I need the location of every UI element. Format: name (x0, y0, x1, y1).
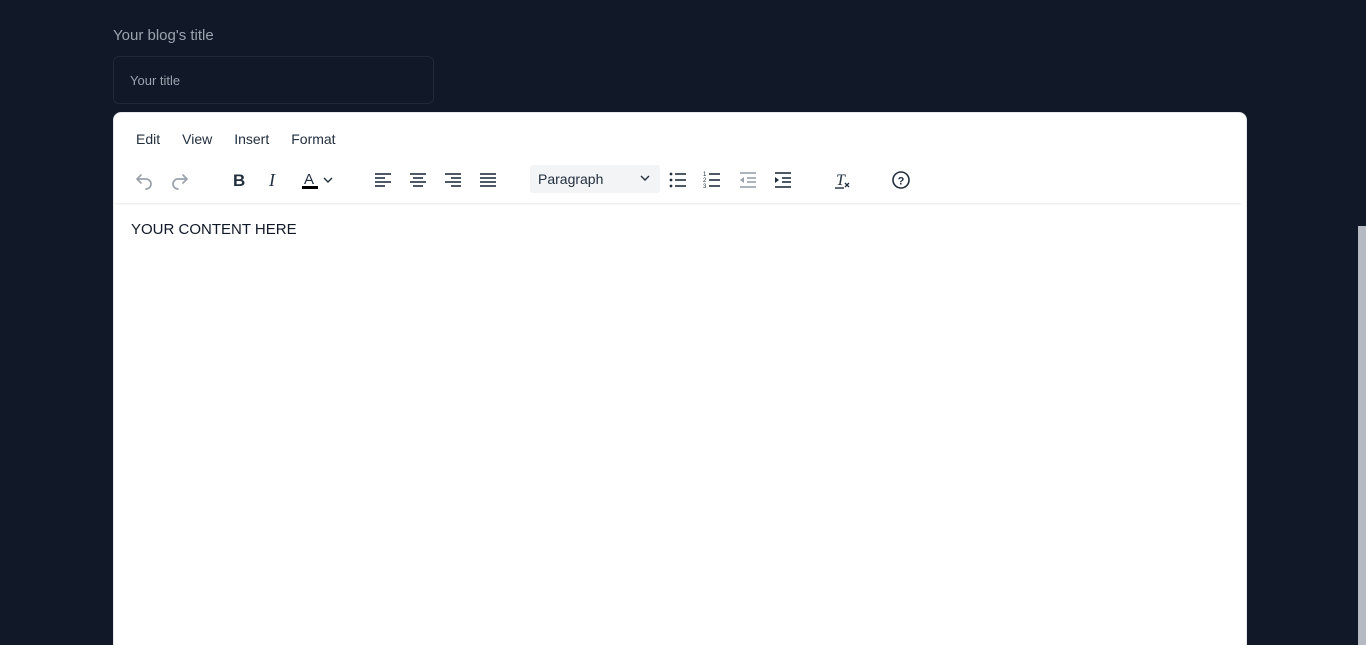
redo-icon (170, 170, 190, 190)
numbered-list-icon: 123 (702, 170, 722, 190)
text-color-icon: A (299, 169, 321, 191)
outdent-button[interactable] (731, 165, 765, 195)
editor-menubar: Edit View Insert Format (124, 127, 346, 151)
svg-text:3: 3 (703, 184, 707, 190)
align-right-button[interactable] (436, 165, 470, 195)
text-color-button[interactable]: A (292, 165, 342, 195)
bold-icon: B (228, 170, 248, 190)
page-scrollbar[interactable] (1358, 0, 1366, 645)
redo-button[interactable] (163, 165, 197, 195)
block-format-select[interactable]: Paragraph (530, 165, 660, 193)
help-icon: ? (891, 170, 911, 190)
page: Your blog's title Edit View Insert Forma… (0, 0, 1366, 645)
align-center-button[interactable] (401, 165, 435, 195)
svg-text:A: A (304, 171, 314, 188)
blog-title-label: Your blog's title (113, 27, 214, 44)
help-button[interactable]: ? (884, 165, 918, 195)
svg-text:B: B (233, 171, 245, 190)
align-left-icon (373, 170, 393, 190)
indent-icon (773, 170, 793, 190)
bullet-list-button[interactable] (661, 165, 695, 195)
italic-button[interactable]: I (256, 165, 290, 195)
scrollbar-thumb[interactable] (1358, 226, 1366, 645)
block-format-value: Paragraph (538, 171, 604, 187)
bold-button[interactable]: B (221, 165, 255, 195)
blog-title-input[interactable] (113, 56, 434, 104)
align-center-icon (408, 170, 428, 190)
undo-button[interactable] (127, 165, 161, 195)
menu-format[interactable]: Format (279, 127, 345, 151)
menu-insert[interactable]: Insert (222, 127, 279, 151)
align-justify-icon (478, 170, 498, 190)
indent-button[interactable] (766, 165, 800, 195)
numbered-list-button[interactable]: 123 (695, 165, 729, 195)
chevron-down-icon (638, 171, 652, 188)
menu-view[interactable]: View (170, 127, 222, 151)
chevron-down-icon (321, 173, 335, 187)
editor-content[interactable]: YOUR CONTENT HERE (131, 221, 297, 238)
italic-icon: I (263, 170, 283, 190)
undo-icon (134, 170, 154, 190)
menu-edit[interactable]: Edit (124, 127, 170, 151)
align-right-icon (443, 170, 463, 190)
svg-text:?: ? (898, 176, 905, 188)
bullet-list-icon (668, 170, 688, 190)
svg-text:T: T (836, 172, 846, 189)
rich-text-editor: Edit View Insert Format B I A Paragraph … (113, 112, 1247, 645)
clear-formatting-button[interactable]: T (825, 165, 859, 195)
editor-toolbar: B I A Paragraph 1 2 3 T ? (114, 163, 1242, 203)
align-justify-button[interactable] (471, 165, 505, 195)
clear-formatting-icon: T (832, 170, 852, 190)
align-left-button[interactable] (366, 165, 400, 195)
outdent-icon (738, 170, 758, 190)
svg-text:I: I (268, 170, 276, 190)
